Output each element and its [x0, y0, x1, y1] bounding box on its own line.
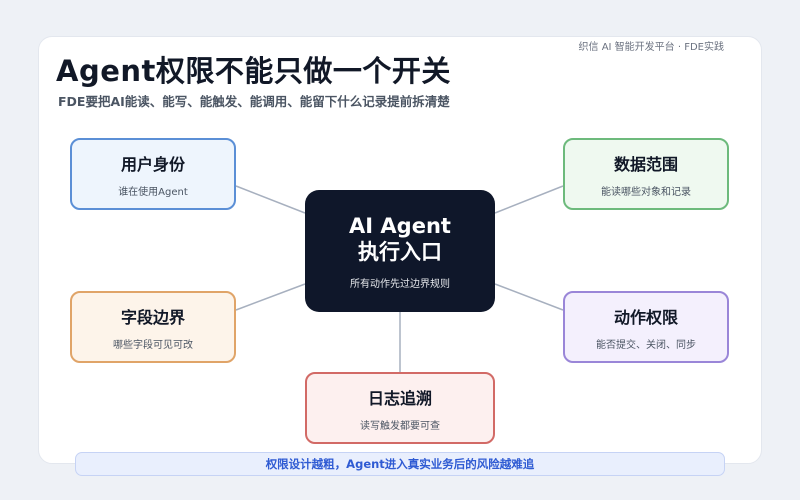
node-user-identity: 用户身份 谁在使用Agent — [70, 138, 236, 210]
connector-action — [494, 283, 564, 311]
node-title: 用户身份 — [120, 154, 185, 174]
node-caption: 读写触发都要可查 — [360, 420, 440, 432]
node-field-boundary: 字段边界 哪些字段可见可改 — [70, 291, 236, 363]
node-title: 数据范围 — [613, 154, 678, 174]
node-action-permission: 动作权限 能否提交、关闭、同步 — [563, 291, 729, 363]
footer-banner: 权限设计越粗，Agent进入真实业务后的风险越难追 — [75, 452, 725, 476]
connector-data — [494, 185, 564, 214]
node-caption: 谁在使用Agent — [118, 186, 188, 198]
connector-user — [235, 185, 306, 214]
connector-field — [235, 283, 306, 311]
node-data-scope: 数据范围 能读哪些对象和记录 — [563, 138, 729, 210]
node-title: 动作权限 — [613, 307, 678, 327]
center-caption: 所有动作先过边界规则 — [350, 278, 450, 290]
center-title-line1: AI Agent — [349, 213, 451, 238]
node-caption: 能读哪些对象和记录 — [601, 186, 691, 198]
node-title: 日志追溯 — [367, 388, 432, 408]
center-node-agent-entry: AI Agent 执行入口 所有动作先过边界规则 — [305, 190, 495, 312]
node-caption: 能否提交、关闭、同步 — [596, 339, 696, 351]
node-title: 字段边界 — [120, 307, 185, 327]
node-caption: 哪些字段可见可改 — [113, 339, 193, 351]
node-log-trace: 日志追溯 读写触发都要可查 — [305, 372, 495, 444]
center-title-line2: 执行入口 — [358, 239, 442, 264]
